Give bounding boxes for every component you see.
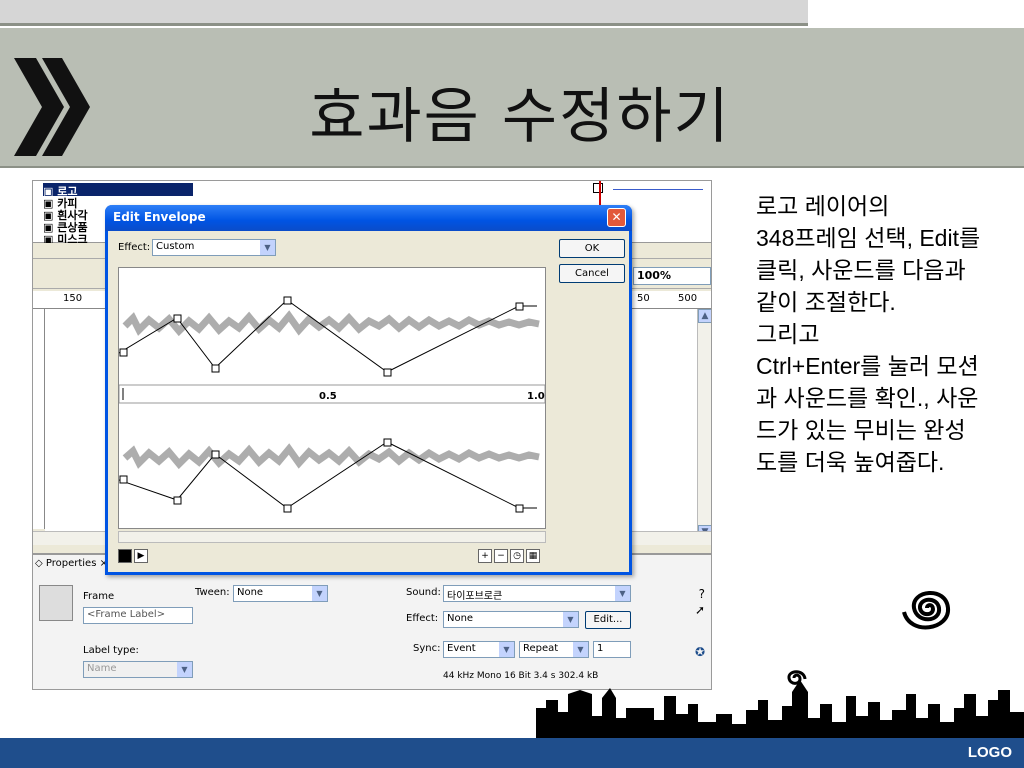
chevron-down-icon[interactable]: ▼ — [563, 612, 578, 627]
envelope-handle[interactable] — [383, 438, 392, 447]
title-bar: 효과음 수정하기 — [0, 28, 1024, 168]
seconds-icon[interactable]: ◷ — [510, 549, 524, 563]
tween-value: None — [237, 587, 264, 598]
tween-label: Tween: — [195, 587, 230, 598]
sound-value: 타이포브로큰 — [447, 591, 503, 602]
arrow-icon[interactable]: ➚ — [695, 603, 705, 617]
envelope-handle[interactable] — [211, 364, 220, 373]
envelope-handle[interactable] — [283, 504, 292, 513]
top-strip — [0, 0, 808, 26]
envelope-handle[interactable] — [383, 368, 392, 377]
label-type-select[interactable]: Name ▼ — [83, 661, 193, 678]
slide-title: 효과음 수정하기 — [309, 82, 731, 152]
effect-select[interactable]: None ▼ — [443, 611, 579, 628]
envelope-handle[interactable] — [515, 302, 524, 311]
cancel-button[interactable]: Cancel — [559, 264, 625, 283]
vertical-ruler — [33, 309, 45, 529]
effect-label: Effect: — [406, 613, 439, 624]
description-text: 로고 레이어의 348프레임 선택, Edit를 클릭, 사운드를 다음과 같이… — [756, 193, 981, 475]
chevron-down-icon[interactable]: ▼ — [615, 586, 630, 601]
zoom-out-icon[interactable]: − — [494, 549, 508, 563]
chevron-down-icon[interactable]: ▼ — [260, 240, 275, 255]
repeat-count-input[interactable]: 1 — [593, 641, 631, 658]
frames-icon[interactable]: ▦ — [526, 549, 540, 563]
sound-wave-line — [613, 189, 703, 190]
envelope-handle[interactable] — [283, 296, 292, 305]
accessibility-icon[interactable]: ✪ — [695, 645, 705, 659]
ruler-mark: 500 — [678, 293, 698, 304]
frame-icon — [39, 585, 73, 621]
effect-value: None — [447, 613, 474, 624]
label-type-label: Label type: — [83, 645, 139, 656]
effect-value: Custom — [156, 241, 195, 252]
dialog-title: Edit Envelope — [113, 210, 206, 224]
play-icon[interactable]: ▶ — [134, 549, 148, 563]
close-icon[interactable]: ✕ — [607, 208, 626, 227]
dialog-hscrollbar[interactable] — [118, 531, 546, 543]
envelope-handle[interactable] — [119, 348, 128, 357]
ruler-mark: 50 — [637, 293, 650, 304]
envelope-handle[interactable] — [173, 496, 182, 505]
ok-button[interactable]: OK — [559, 239, 625, 258]
properties-tab-label: Properties — [45, 558, 97, 569]
envelope-handle[interactable] — [211, 450, 220, 459]
vertical-scrollbar[interactable]: ▲ ▼ — [697, 309, 711, 539]
sync-value: Event — [447, 643, 476, 654]
zoom-value: 100% — [637, 269, 671, 282]
help-icon[interactable]: ? — [699, 587, 705, 601]
envelope-handle[interactable] — [119, 475, 128, 484]
envelope-handle[interactable] — [515, 504, 524, 513]
tween-select[interactable]: None ▼ — [233, 585, 328, 602]
footer-bar: LOGO — [0, 738, 1024, 768]
envelope-editor[interactable]: 0.5 1.0 — [118, 267, 546, 529]
spiral-icon — [902, 591, 950, 630]
time-ruler-label: 1.0 — [527, 391, 545, 402]
effect-select[interactable]: Custom ▼ — [152, 239, 276, 256]
keyframe-marker[interactable] — [593, 183, 603, 193]
envelope-waveform[interactable]: 0.5 1.0 — [118, 268, 546, 528]
sync-label: Sync: — [413, 643, 441, 654]
repeat-count-value: 1 — [597, 643, 604, 654]
repeat-select[interactable]: Repeat ▼ — [519, 641, 589, 658]
label-type-value: Name — [87, 663, 117, 674]
chevron-right-icon — [14, 58, 90, 156]
chevron-down-icon[interactable]: ▼ — [312, 586, 327, 601]
zoom-field[interactable]: 100% — [633, 267, 711, 285]
logo: LOGO — [967, 744, 1012, 761]
skyline-graphic — [536, 670, 1024, 740]
zoom-in-icon[interactable]: + — [478, 549, 492, 563]
edit-envelope-dialog: Edit Envelope ✕ Effect: Custom ▼ OK Canc… — [105, 205, 632, 575]
edit-button[interactable]: Edit... — [585, 611, 631, 629]
envelope-handle[interactable] — [173, 314, 182, 323]
stop-icon[interactable] — [118, 549, 132, 563]
dialog-title-bar[interactable]: Edit Envelope ✕ — [105, 205, 632, 231]
repeat-value: Repeat — [523, 643, 559, 654]
sound-select[interactable]: 타이포브로큰 ▼ — [443, 585, 631, 602]
properties-tab[interactable]: ◇ Properties × — [35, 558, 108, 569]
time-ruler-label: 0.5 — [319, 391, 337, 402]
ruler-mark: 150 — [63, 293, 83, 304]
scroll-up-icon[interactable]: ▲ — [698, 309, 711, 323]
chevron-down-icon[interactable]: ▼ — [499, 642, 514, 657]
chevron-down-icon[interactable]: ▼ — [177, 662, 192, 677]
frame-label-placeholder: <Frame Label> — [87, 609, 166, 620]
sync-select[interactable]: Event ▼ — [443, 641, 515, 658]
effect-label: Effect: — [118, 242, 151, 253]
frame-label-input[interactable]: <Frame Label> — [83, 607, 193, 624]
sound-label: Sound: — [406, 587, 441, 598]
frame-label: Frame — [83, 591, 115, 602]
chevron-down-icon[interactable]: ▼ — [573, 642, 588, 657]
